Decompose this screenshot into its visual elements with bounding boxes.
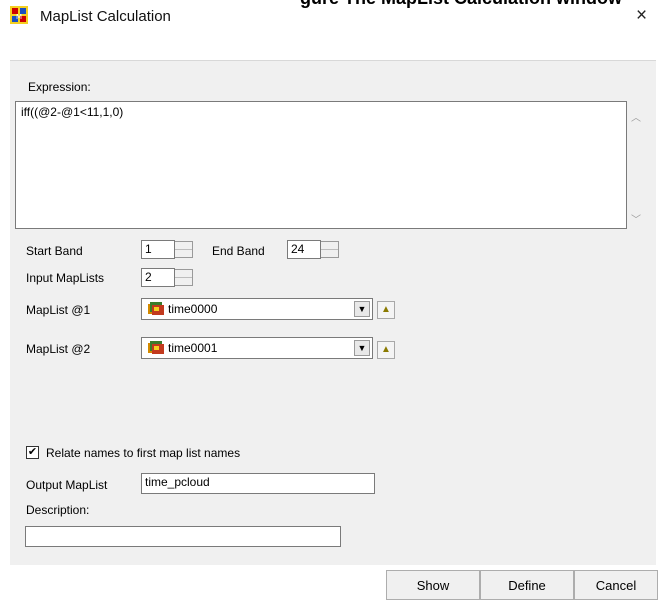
maplist-1-select[interactable]: time0000 ▼ xyxy=(141,298,373,320)
relate-names-checkbox[interactable]: ✔ xyxy=(26,446,39,459)
maplist-2-select[interactable]: time0001 ▼ xyxy=(141,337,373,359)
svg-text:M: M xyxy=(16,13,22,21)
close-icon[interactable]: × xyxy=(636,5,647,27)
start-band-label: Start Band xyxy=(26,244,83,258)
pick-icon: ▲ xyxy=(381,304,391,315)
chevron-down-icon[interactable]: ▼ xyxy=(354,340,370,356)
input-maplists-label: Input MapLists xyxy=(26,271,105,285)
output-maplist-input[interactable]: time_pcloud xyxy=(141,473,375,494)
define-button[interactable]: Define xyxy=(480,570,574,600)
output-maplist-label: Output MapList xyxy=(26,478,108,492)
show-button[interactable]: Show xyxy=(386,570,480,600)
maplist-icon xyxy=(148,302,164,315)
maplist-1-label: MapList @1 xyxy=(26,303,91,317)
input-maplists-input[interactable]: 2 xyxy=(141,268,175,287)
maplist-1-value: time0000 xyxy=(168,302,218,316)
end-band-label: End Band xyxy=(212,244,265,258)
scroll-down-icon[interactable]: ﹀ xyxy=(631,211,641,226)
pick-icon: ▲ xyxy=(381,344,391,355)
app-icon: M xyxy=(10,6,28,24)
maplist-2-value: time0001 xyxy=(168,341,218,355)
maplist-2-label: MapList @2 xyxy=(26,342,91,356)
input-maplists-spinner[interactable] xyxy=(175,269,193,286)
cancel-button[interactable]: Cancel xyxy=(574,570,658,600)
start-band-spinner[interactable] xyxy=(175,241,193,258)
maplist-icon xyxy=(148,341,164,354)
scroll-up-icon[interactable]: ︿ xyxy=(631,109,641,124)
expression-textarea[interactable]: iff((@2-@1<11,1,0) xyxy=(15,101,627,229)
maplist-2-pick-button[interactable]: ▲ xyxy=(377,341,395,359)
start-band-input[interactable]: 1 xyxy=(141,240,175,259)
description-label: Description: xyxy=(26,503,90,517)
end-band-input[interactable]: 24 xyxy=(287,240,321,259)
maplist-1-pick-button[interactable]: ▲ xyxy=(377,301,395,319)
chevron-down-icon[interactable]: ▼ xyxy=(354,301,370,317)
end-band-spinner[interactable] xyxy=(321,241,339,258)
expression-scrollbar[interactable]: ︿ ﹀ xyxy=(627,101,647,229)
description-input[interactable] xyxy=(25,526,341,547)
relate-names-label: Relate names to first map list names xyxy=(46,446,241,460)
expression-label: Expression: xyxy=(28,80,91,94)
window-title: MapList Calculation xyxy=(40,8,171,25)
